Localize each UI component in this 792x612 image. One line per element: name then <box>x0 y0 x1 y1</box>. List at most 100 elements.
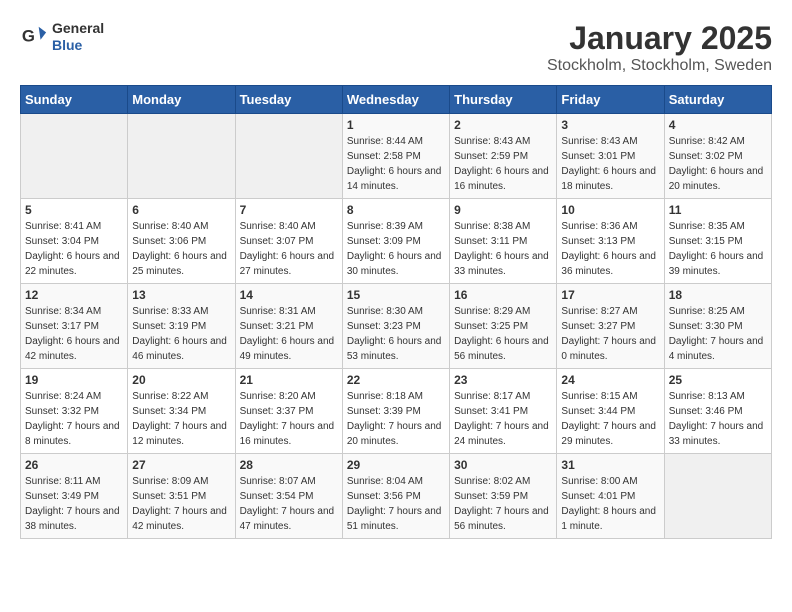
day-cell: 8 Sunrise: 8:39 AMSunset: 3:09 PMDayligh… <box>342 199 449 284</box>
day-cell: 10 Sunrise: 8:36 AMSunset: 3:13 PMDaylig… <box>557 199 664 284</box>
day-cell: 28 Sunrise: 8:07 AMSunset: 3:54 PMDaylig… <box>235 454 342 539</box>
day-info: Sunrise: 8:11 AMSunset: 3:49 PMDaylight:… <box>25 474 123 534</box>
day-number: 12 <box>25 288 123 302</box>
calendar-subtitle: Stockholm, Stockholm, Sweden <box>547 57 772 75</box>
day-info: Sunrise: 8:43 AMSunset: 2:59 PMDaylight:… <box>454 134 552 194</box>
logo-icon: G <box>20 23 48 51</box>
header-thursday: Thursday <box>450 86 557 114</box>
logo-text: General Blue <box>52 20 104 54</box>
day-cell: 23 Sunrise: 8:17 AMSunset: 3:41 PMDaylig… <box>450 369 557 454</box>
day-info: Sunrise: 8:27 AMSunset: 3:27 PMDaylight:… <box>561 304 659 364</box>
day-number: 4 <box>669 118 767 132</box>
day-cell: 24 Sunrise: 8:15 AMSunset: 3:44 PMDaylig… <box>557 369 664 454</box>
day-cell: 26 Sunrise: 8:11 AMSunset: 3:49 PMDaylig… <box>21 454 128 539</box>
day-number: 16 <box>454 288 552 302</box>
day-number: 14 <box>240 288 338 302</box>
day-cell: 3 Sunrise: 8:43 AMSunset: 3:01 PMDayligh… <box>557 114 664 199</box>
day-number: 6 <box>132 203 230 217</box>
day-cell: 19 Sunrise: 8:24 AMSunset: 3:32 PMDaylig… <box>21 369 128 454</box>
day-number: 5 <box>25 203 123 217</box>
day-info: Sunrise: 8:17 AMSunset: 3:41 PMDaylight:… <box>454 389 552 449</box>
day-info: Sunrise: 8:18 AMSunset: 3:39 PMDaylight:… <box>347 389 445 449</box>
day-cell: 7 Sunrise: 8:40 AMSunset: 3:07 PMDayligh… <box>235 199 342 284</box>
day-number: 29 <box>347 458 445 472</box>
day-info: Sunrise: 8:25 AMSunset: 3:30 PMDaylight:… <box>669 304 767 364</box>
day-cell <box>21 114 128 199</box>
day-info: Sunrise: 8:33 AMSunset: 3:19 PMDaylight:… <box>132 304 230 364</box>
day-info: Sunrise: 8:42 AMSunset: 3:02 PMDaylight:… <box>669 134 767 194</box>
day-number: 20 <box>132 373 230 387</box>
day-cell: 4 Sunrise: 8:42 AMSunset: 3:02 PMDayligh… <box>664 114 771 199</box>
day-cell: 30 Sunrise: 8:02 AMSunset: 3:59 PMDaylig… <box>450 454 557 539</box>
day-number: 23 <box>454 373 552 387</box>
day-cell: 20 Sunrise: 8:22 AMSunset: 3:34 PMDaylig… <box>128 369 235 454</box>
day-number: 7 <box>240 203 338 217</box>
day-info: Sunrise: 8:30 AMSunset: 3:23 PMDaylight:… <box>347 304 445 364</box>
day-cell: 18 Sunrise: 8:25 AMSunset: 3:30 PMDaylig… <box>664 284 771 369</box>
day-cell: 12 Sunrise: 8:34 AMSunset: 3:17 PMDaylig… <box>21 284 128 369</box>
day-cell: 25 Sunrise: 8:13 AMSunset: 3:46 PMDaylig… <box>664 369 771 454</box>
day-number: 27 <box>132 458 230 472</box>
day-cell: 27 Sunrise: 8:09 AMSunset: 3:51 PMDaylig… <box>128 454 235 539</box>
day-number: 30 <box>454 458 552 472</box>
day-info: Sunrise: 8:34 AMSunset: 3:17 PMDaylight:… <box>25 304 123 364</box>
day-number: 25 <box>669 373 767 387</box>
day-number: 17 <box>561 288 659 302</box>
day-info: Sunrise: 8:38 AMSunset: 3:11 PMDaylight:… <box>454 219 552 279</box>
day-info: Sunrise: 8:31 AMSunset: 3:21 PMDaylight:… <box>240 304 338 364</box>
day-cell: 29 Sunrise: 8:04 AMSunset: 3:56 PMDaylig… <box>342 454 449 539</box>
day-number: 15 <box>347 288 445 302</box>
day-info: Sunrise: 8:40 AMSunset: 3:07 PMDaylight:… <box>240 219 338 279</box>
day-number: 10 <box>561 203 659 217</box>
day-info: Sunrise: 8:43 AMSunset: 3:01 PMDaylight:… <box>561 134 659 194</box>
header-monday: Monday <box>128 86 235 114</box>
day-info: Sunrise: 8:02 AMSunset: 3:59 PMDaylight:… <box>454 474 552 534</box>
day-info: Sunrise: 8:41 AMSunset: 3:04 PMDaylight:… <box>25 219 123 279</box>
day-info: Sunrise: 8:29 AMSunset: 3:25 PMDaylight:… <box>454 304 552 364</box>
svg-text:G: G <box>22 26 35 45</box>
day-info: Sunrise: 8:13 AMSunset: 3:46 PMDaylight:… <box>669 389 767 449</box>
day-cell: 9 Sunrise: 8:38 AMSunset: 3:11 PMDayligh… <box>450 199 557 284</box>
day-cell: 11 Sunrise: 8:35 AMSunset: 3:15 PMDaylig… <box>664 199 771 284</box>
header-sunday: Sunday <box>21 86 128 114</box>
title-section: January 2025 Stockholm, Stockholm, Swede… <box>547 20 772 75</box>
day-number: 18 <box>669 288 767 302</box>
page-header: G General Blue January 2025 Stockholm, S… <box>20 20 772 75</box>
week-row-5: 26 Sunrise: 8:11 AMSunset: 3:49 PMDaylig… <box>21 454 772 539</box>
logo: G General Blue <box>20 20 104 54</box>
day-number: 3 <box>561 118 659 132</box>
day-number: 2 <box>454 118 552 132</box>
day-cell: 21 Sunrise: 8:20 AMSunset: 3:37 PMDaylig… <box>235 369 342 454</box>
day-number: 24 <box>561 373 659 387</box>
day-cell <box>235 114 342 199</box>
week-row-4: 19 Sunrise: 8:24 AMSunset: 3:32 PMDaylig… <box>21 369 772 454</box>
day-cell <box>128 114 235 199</box>
day-info: Sunrise: 8:22 AMSunset: 3:34 PMDaylight:… <box>132 389 230 449</box>
day-number: 28 <box>240 458 338 472</box>
day-number: 11 <box>669 203 767 217</box>
calendar-body: 1 Sunrise: 8:44 AMSunset: 2:58 PMDayligh… <box>21 114 772 539</box>
day-info: Sunrise: 8:04 AMSunset: 3:56 PMDaylight:… <box>347 474 445 534</box>
day-cell: 16 Sunrise: 8:29 AMSunset: 3:25 PMDaylig… <box>450 284 557 369</box>
day-info: Sunrise: 8:00 AMSunset: 4:01 PMDaylight:… <box>561 474 659 534</box>
day-cell: 1 Sunrise: 8:44 AMSunset: 2:58 PMDayligh… <box>342 114 449 199</box>
day-info: Sunrise: 8:15 AMSunset: 3:44 PMDaylight:… <box>561 389 659 449</box>
header-wednesday: Wednesday <box>342 86 449 114</box>
day-cell: 5 Sunrise: 8:41 AMSunset: 3:04 PMDayligh… <box>21 199 128 284</box>
day-info: Sunrise: 8:07 AMSunset: 3:54 PMDaylight:… <box>240 474 338 534</box>
day-number: 13 <box>132 288 230 302</box>
day-number: 1 <box>347 118 445 132</box>
day-info: Sunrise: 8:24 AMSunset: 3:32 PMDaylight:… <box>25 389 123 449</box>
calendar-table: Sunday Monday Tuesday Wednesday Thursday… <box>20 85 772 539</box>
week-row-2: 5 Sunrise: 8:41 AMSunset: 3:04 PMDayligh… <box>21 199 772 284</box>
day-number: 22 <box>347 373 445 387</box>
week-row-1: 1 Sunrise: 8:44 AMSunset: 2:58 PMDayligh… <box>21 114 772 199</box>
day-cell: 13 Sunrise: 8:33 AMSunset: 3:19 PMDaylig… <box>128 284 235 369</box>
header-saturday: Saturday <box>664 86 771 114</box>
day-cell: 2 Sunrise: 8:43 AMSunset: 2:59 PMDayligh… <box>450 114 557 199</box>
day-info: Sunrise: 8:39 AMSunset: 3:09 PMDaylight:… <box>347 219 445 279</box>
day-info: Sunrise: 8:09 AMSunset: 3:51 PMDaylight:… <box>132 474 230 534</box>
calendar-title: January 2025 <box>547 20 772 57</box>
day-cell <box>664 454 771 539</box>
header-row: Sunday Monday Tuesday Wednesday Thursday… <box>21 86 772 114</box>
